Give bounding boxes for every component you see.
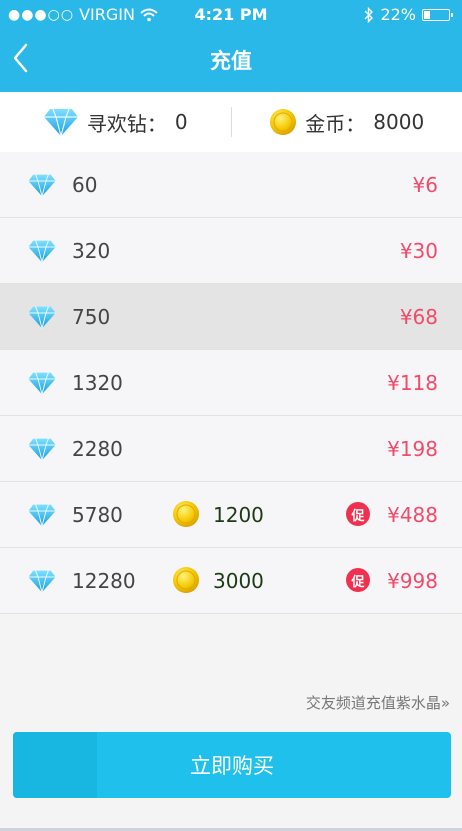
package-amount: 12280 xyxy=(72,568,136,593)
coin-label: 金币： xyxy=(305,111,366,136)
battery-fill xyxy=(424,10,430,19)
crystal-recharge-link[interactable]: 交友频道充值紫水晶» xyxy=(306,692,450,713)
battery-percent: 22% xyxy=(380,5,416,24)
bluetooth-icon xyxy=(364,6,374,23)
coin-value: 8000 xyxy=(373,110,425,134)
package-row[interactable]: 1320 ¥118 xyxy=(0,350,462,416)
diamond-icon xyxy=(27,503,57,531)
coin-icon xyxy=(172,566,200,598)
package-price: ¥68 xyxy=(399,304,438,329)
package-price: ¥6 xyxy=(412,172,438,197)
package-price: ¥488 xyxy=(387,502,438,527)
package-amount: 320 xyxy=(72,238,111,263)
top-bar: ●●●○○ VIRGIN 4:21 PM 22% 充值 xyxy=(0,0,462,92)
buy-now-button[interactable]: 立即购买 xyxy=(13,732,451,798)
package-amount: 750 xyxy=(72,304,111,329)
battery-icon xyxy=(422,8,453,21)
buy-now-label: 立即购买 xyxy=(190,754,274,778)
promo-badge: 促 xyxy=(346,502,370,526)
package-amount: 1320 xyxy=(72,370,123,395)
coin-icon xyxy=(270,109,297,135)
diamond-value: 0 xyxy=(174,110,188,134)
diamond-icon xyxy=(43,108,78,137)
diamond-icon xyxy=(27,305,57,333)
package-list: 60 ¥6 320 ¥30 750 ¥68 1320 ¥118 2280 ¥198 5780 1200… xyxy=(0,152,462,614)
diamond-icon xyxy=(27,437,57,465)
coin-balance: 金币： 8000 xyxy=(232,108,462,137)
package-row[interactable]: 750 ¥68 xyxy=(0,284,462,350)
package-amount: 60 xyxy=(72,172,98,197)
status-bar: ●●●○○ VIRGIN 4:21 PM 22% xyxy=(0,0,462,30)
promo-badge: 促 xyxy=(346,568,370,592)
package-row[interactable]: 5780 1200 促 ¥488 xyxy=(0,482,462,548)
package-row[interactable]: 60 ¥6 xyxy=(0,152,462,218)
package-row[interactable]: 12280 3000 促 ¥998 xyxy=(0,548,462,614)
package-price: ¥118 xyxy=(387,370,438,395)
package-bonus-coins: 1200 xyxy=(213,502,264,527)
diamond-balance: 寻欢钻： 0 xyxy=(0,107,231,137)
diamond-icon xyxy=(27,239,57,267)
status-right: 22% xyxy=(364,5,453,24)
buy-button-shade xyxy=(13,732,97,798)
package-price: ¥198 xyxy=(387,436,438,461)
package-row[interactable]: 320 ¥30 xyxy=(0,218,462,284)
package-amount: 5780 xyxy=(72,502,123,527)
diamond-icon xyxy=(27,371,57,399)
page-title: 充值 xyxy=(210,49,252,73)
diamond-icon xyxy=(27,173,57,201)
package-price: ¥30 xyxy=(399,238,438,263)
package-amount: 2280 xyxy=(72,436,123,461)
diamond-icon xyxy=(27,569,57,597)
package-price: ¥998 xyxy=(387,568,438,593)
diamond-label: 寻欢钻： xyxy=(86,111,167,136)
package-row[interactable]: 2280 ¥198 xyxy=(0,416,462,482)
coin-icon xyxy=(172,500,200,532)
package-bonus-coins: 3000 xyxy=(213,568,264,593)
balance-bar: 寻欢钻： 0 金币： 8000 xyxy=(0,92,462,153)
